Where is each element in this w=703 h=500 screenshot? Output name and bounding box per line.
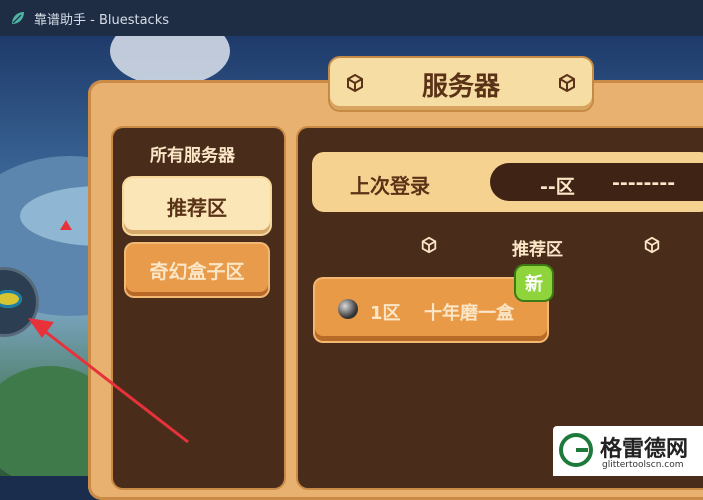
cube-icon	[347, 73, 363, 93]
leaf-logo-icon	[12, 12, 24, 24]
cube-icon	[644, 236, 660, 254]
server-zone: 1区	[370, 303, 401, 324]
server-name: 十年磨一盒	[424, 303, 514, 324]
last-login-label: 上次登录	[350, 174, 430, 198]
watermark-url: glittertoolscn.com	[602, 460, 684, 470]
watermark-brand: 格雷德网	[600, 437, 689, 462]
watermark-logo-icon	[559, 433, 593, 467]
sidebar-title: 所有服务器	[150, 146, 235, 166]
red-arrow-annotation	[28, 220, 189, 444]
section-title: 推荐区	[512, 240, 563, 260]
new-badge-label: 新	[525, 274, 543, 295]
cube-icon	[421, 236, 437, 254]
server-status-icon	[338, 299, 358, 319]
window-titlebar: 靠谱助手 - Bluestacks	[0, 0, 703, 36]
cube-icon	[559, 73, 575, 93]
last-login-zone: --区	[540, 176, 575, 198]
background-moon	[110, 36, 230, 86]
panel-title: 服务器	[421, 71, 500, 102]
new-badge: 新	[516, 266, 552, 300]
last-login-server-name: --------	[612, 172, 676, 194]
panel-header: 服务器	[330, 58, 592, 110]
window-title: 靠谱助手 - Bluestacks	[34, 12, 170, 28]
